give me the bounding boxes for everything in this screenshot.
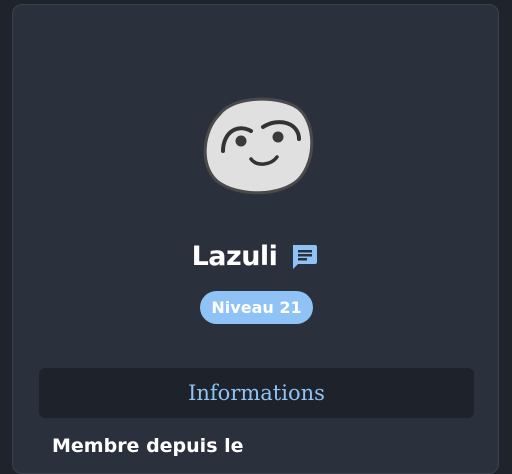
- face-avatar-icon: [203, 97, 314, 195]
- level-badge: Niveau 21: [200, 291, 313, 324]
- profile-card: Lazuli Niveau 21 Informations Membre dep…: [12, 4, 499, 474]
- avatar: [199, 93, 315, 199]
- username: Lazuli: [191, 241, 278, 272]
- name-row: Lazuli: [13, 241, 498, 272]
- chat-icon[interactable]: [289, 242, 319, 272]
- section-title: Informations: [188, 381, 325, 405]
- informations-section-header: Informations: [39, 368, 474, 418]
